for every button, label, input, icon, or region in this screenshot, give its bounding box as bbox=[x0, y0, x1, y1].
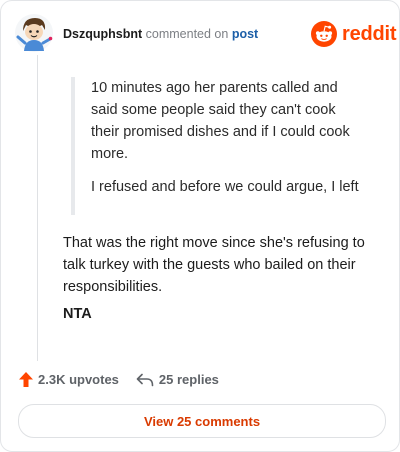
thread-line bbox=[37, 55, 38, 361]
upvote-stat[interactable]: 2.3K upvotes bbox=[19, 372, 119, 387]
comment-verdict: NTA bbox=[63, 306, 92, 322]
reply-stat[interactable]: 25 replies bbox=[136, 372, 219, 387]
quote-paragraph: 10 minutes ago her parents called and sa… bbox=[91, 80, 350, 162]
reply-arrow-icon bbox=[136, 373, 154, 386]
reddit-logo-icon bbox=[311, 21, 337, 47]
action-text: commented on bbox=[145, 27, 229, 41]
upvote-count: 2.3K upvotes bbox=[38, 372, 119, 387]
reply-count: 25 replies bbox=[158, 372, 219, 387]
brand-wordmark: reddit bbox=[342, 22, 397, 45]
upvote-arrow-icon bbox=[19, 372, 33, 387]
comment-card: Dszquphsbnt commented on post reddit 10 … bbox=[0, 0, 400, 452]
avatar[interactable] bbox=[14, 13, 54, 53]
comment-stats: 2.3K upvotes 25 replies bbox=[19, 372, 219, 387]
username[interactable]: Dszquphsbnt bbox=[63, 27, 142, 41]
comment-header: Dszquphsbnt commented on post bbox=[63, 27, 258, 41]
reddit-brand[interactable]: reddit bbox=[311, 21, 397, 47]
comment-body: That was the right move since she's refu… bbox=[63, 235, 365, 295]
quoted-text: 10 minutes ago her parents called and sa… bbox=[71, 77, 365, 215]
post-link[interactable]: post bbox=[232, 27, 258, 41]
view-comments-button[interactable]: View 25 comments bbox=[18, 404, 386, 438]
quote-paragraph: I refused and before we could argue, I l… bbox=[91, 179, 359, 195]
